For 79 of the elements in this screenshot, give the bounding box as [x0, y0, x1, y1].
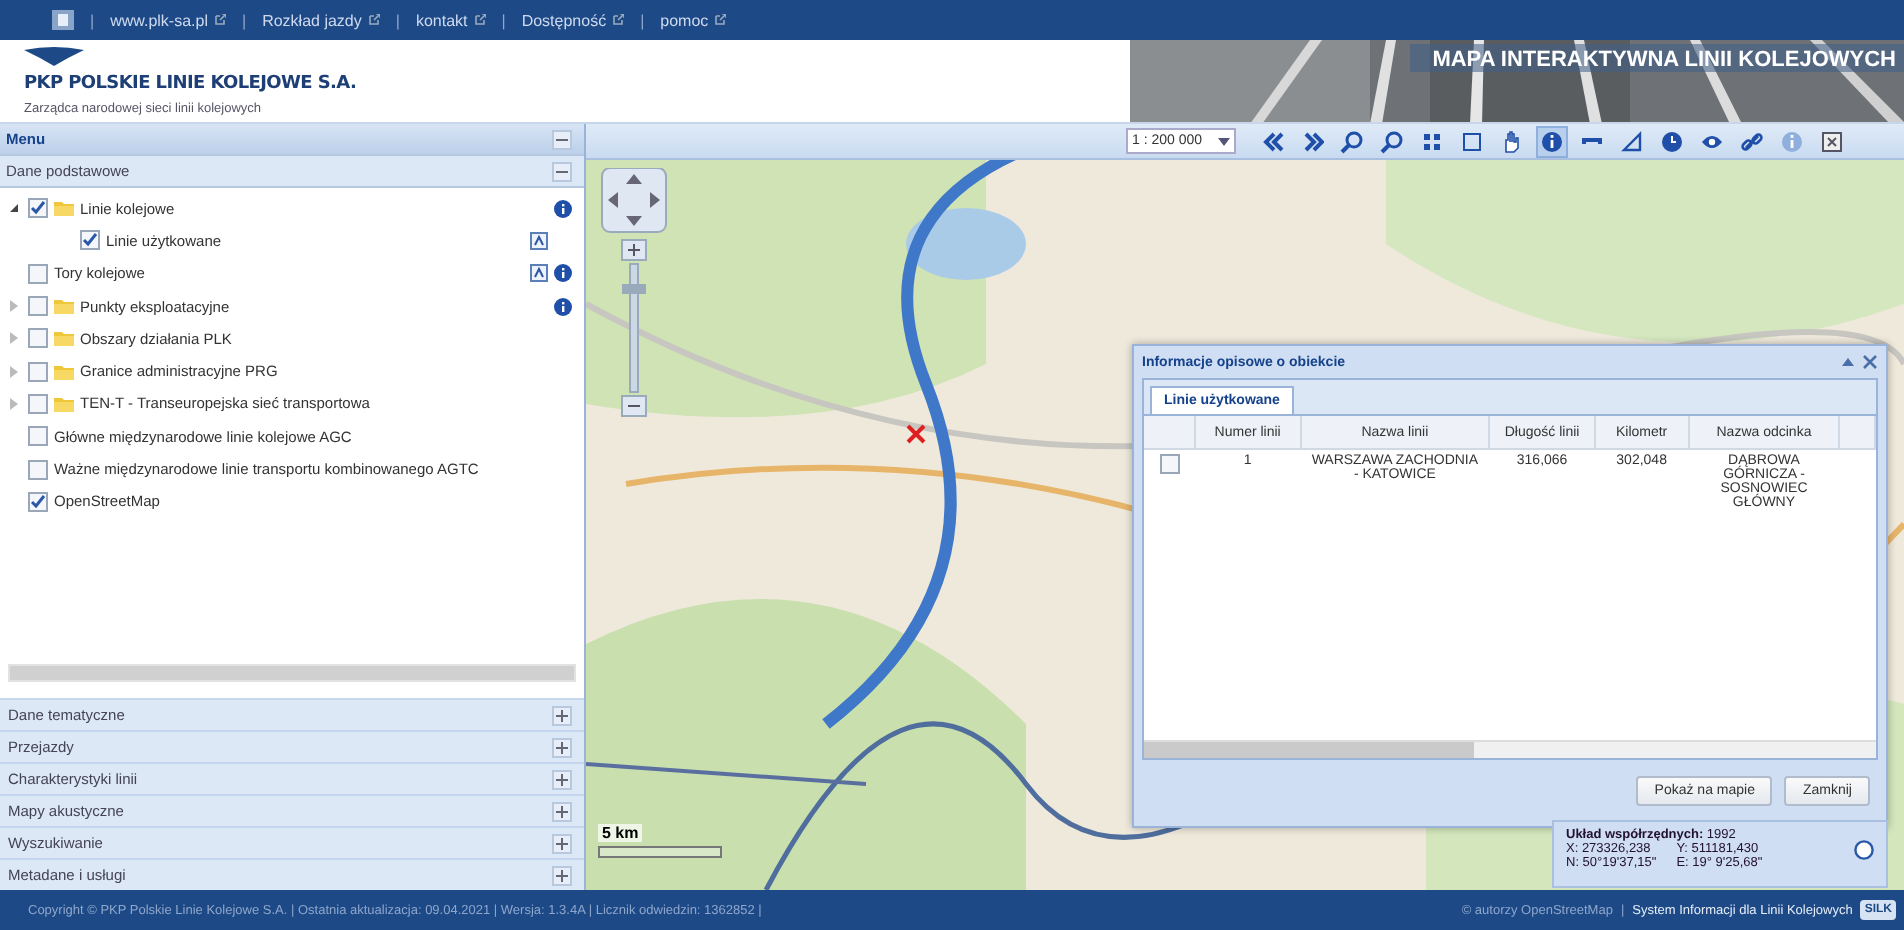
- dropdown-arrow-icon: [1218, 135, 1231, 147]
- collapse-button[interactable]: [552, 129, 572, 149]
- hand-icon: [1500, 129, 1525, 153]
- globe-icon[interactable]: [1854, 839, 1874, 859]
- separator-text: |: [90, 11, 95, 29]
- checkbox[interactable]: [28, 491, 48, 512]
- separator-text: |: [241, 11, 247, 29]
- checkbox[interactable]: [28, 198, 48, 219]
- location-marker-icon: [906, 424, 926, 444]
- external-link-icon: [612, 14, 625, 26]
- expand-button[interactable]: [552, 737, 572, 757]
- checkbox[interactable]: [28, 361, 48, 382]
- company-name: PKP POLSKIE LINIE KOLEJOWE S.A.: [24, 74, 359, 94]
- separator-text: |: [501, 11, 506, 29]
- zoom-in-icon: [1340, 129, 1365, 153]
- expand-button[interactable]: [552, 769, 572, 789]
- info-icon: [1780, 129, 1805, 153]
- collapse-arrow-icon[interactable]: [8, 202, 20, 215]
- external-link-icon: [473, 14, 486, 26]
- rewind-icon: [1260, 129, 1285, 153]
- folder-icon: [54, 298, 74, 315]
- checkbox[interactable]: [28, 328, 48, 349]
- expand-button[interactable]: [552, 705, 572, 725]
- map-navigation-drawing[interactable]: [598, 168, 670, 420]
- info-icon[interactable]: [554, 199, 572, 218]
- external-link-icon: [367, 14, 380, 26]
- full-extent-icon: [1420, 129, 1445, 153]
- rectangle-icon: [1460, 129, 1485, 153]
- checkbox[interactable]: [28, 426, 48, 447]
- folder-icon: [54, 395, 74, 412]
- header-link[interactable]: pomoc: [660, 11, 727, 29]
- checkbox[interactable]: [28, 459, 48, 480]
- legend-icon[interactable]: [530, 231, 548, 250]
- close-icon: [1820, 129, 1845, 153]
- pin-icon[interactable]: [1840, 354, 1856, 370]
- fast-forward-icon: [1300, 129, 1325, 153]
- expand-button[interactable]: [552, 801, 572, 821]
- checkbox[interactable]: [28, 393, 48, 414]
- tool-button[interactable]: [1536, 125, 1569, 157]
- checkbox[interactable]: [80, 230, 100, 251]
- header-link[interactable]: www.plk-sa.pl: [110, 11, 226, 29]
- checkbox[interactable]: [28, 296, 48, 317]
- collapse-button[interactable]: [552, 161, 572, 181]
- info-icon: [1540, 129, 1565, 153]
- expand-button[interactable]: [552, 865, 572, 885]
- scale-bar: [598, 846, 722, 858]
- info-icon[interactable]: [554, 264, 572, 283]
- horizontal-scrollbar[interactable]: [8, 664, 576, 682]
- plus-icon: [556, 869, 568, 881]
- link-icon: [1740, 129, 1765, 153]
- legend-icon[interactable]: [530, 264, 548, 283]
- checkbox[interactable]: [28, 263, 48, 284]
- expand-button[interactable]: [552, 833, 572, 853]
- plus-icon: [556, 837, 568, 849]
- external-link-icon: [714, 14, 727, 26]
- folder-icon: [54, 363, 74, 380]
- minus-icon: [556, 165, 568, 177]
- header-link[interactable]: kontakt: [415, 11, 486, 29]
- horizontal-scrollbar[interactable]: [1144, 740, 1876, 758]
- scale-label: 5 km: [598, 824, 643, 842]
- plus-icon: [556, 805, 568, 817]
- close-icon[interactable]: [1862, 354, 1878, 370]
- plus-icon: [556, 709, 568, 721]
- info-icon[interactable]: [554, 297, 572, 316]
- zoom-out-icon: [1380, 129, 1405, 153]
- clock-icon: [1660, 129, 1685, 153]
- header-link[interactable]: Rozkład jazdy: [262, 11, 380, 29]
- folder-icon: [54, 200, 74, 217]
- checkbox[interactable]: [1159, 454, 1180, 474]
- plus-icon: [556, 741, 568, 753]
- header-link[interactable]: Dostępność: [521, 11, 625, 29]
- folder-icon: [54, 330, 74, 347]
- plus-icon: [556, 773, 568, 785]
- separator-text: |: [640, 11, 645, 29]
- area-icon: [1620, 129, 1645, 153]
- logo-icon: [24, 46, 84, 66]
- minus-icon: [556, 133, 568, 145]
- external-link-icon: [213, 14, 226, 26]
- separator-text: |: [395, 11, 400, 29]
